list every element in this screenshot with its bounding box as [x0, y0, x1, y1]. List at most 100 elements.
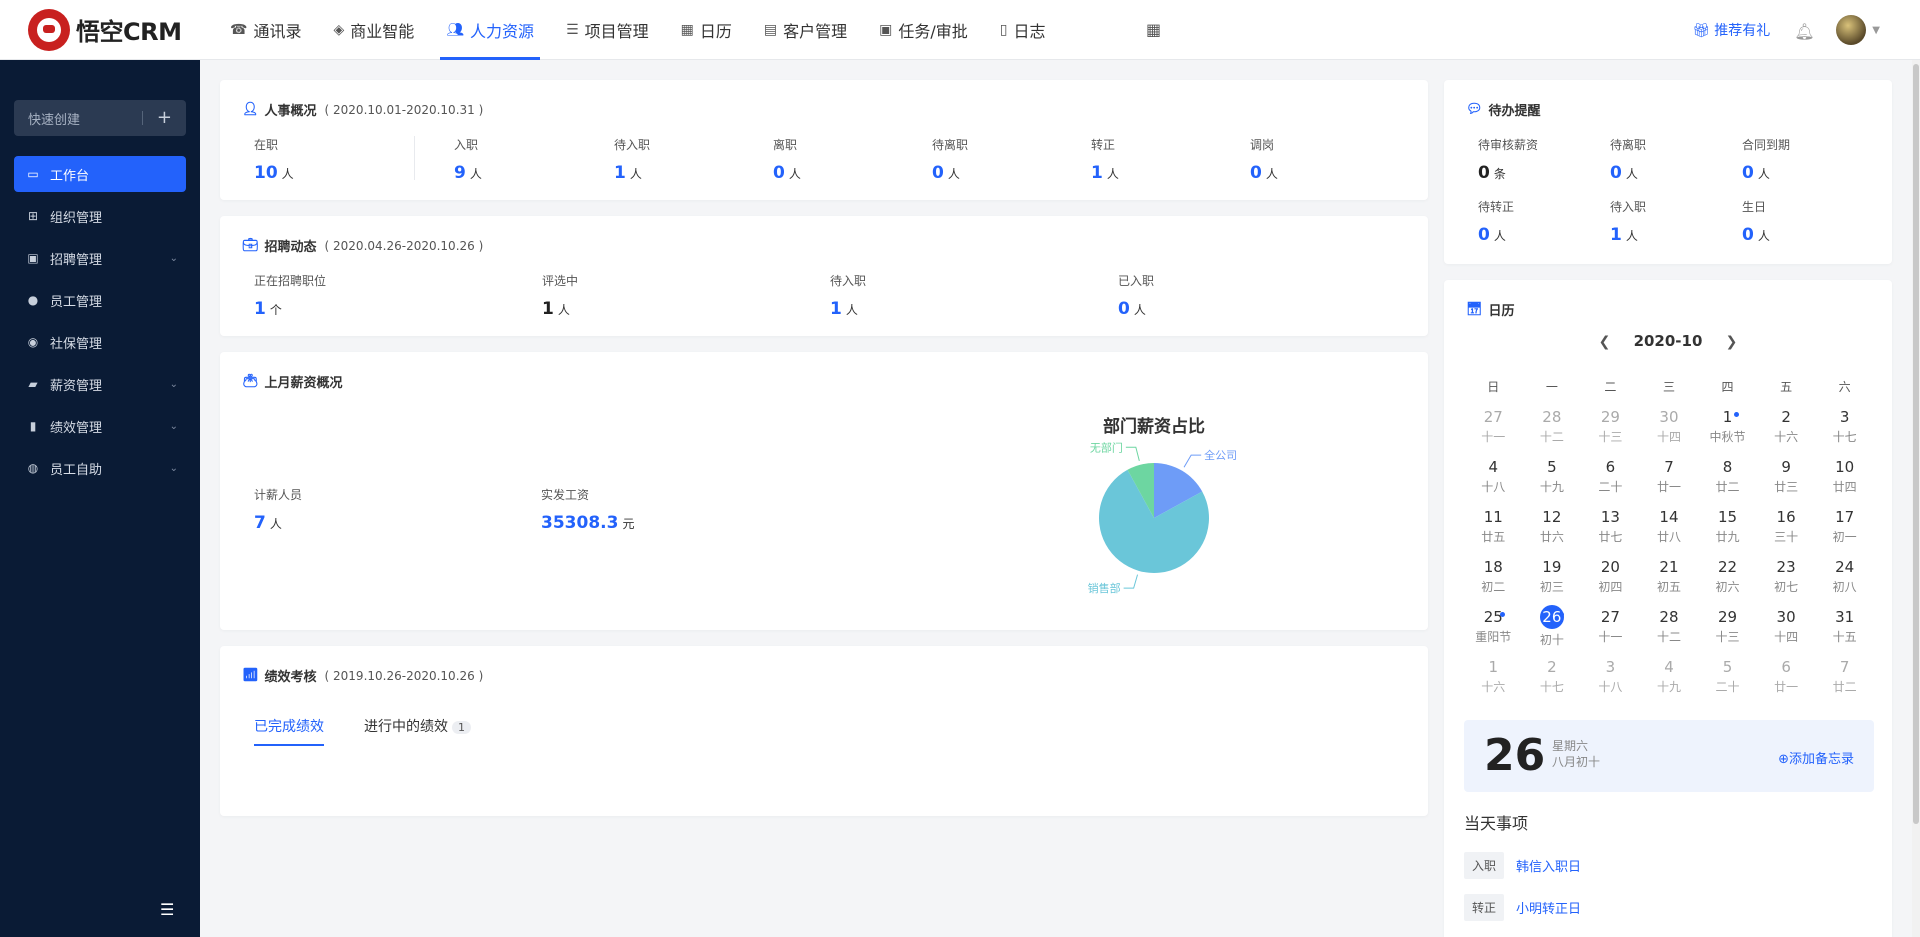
stat-item[interactable]: 实发工资 35308.3 元 — [541, 486, 634, 533]
today-event[interactable]: 转正 小明转正日 — [1464, 894, 1581, 921]
calendar-day[interactable]: 5 十九 — [1523, 458, 1582, 508]
calendar-day[interactable]: 7 廿一 — [1640, 458, 1699, 508]
chevron-left-icon[interactable]: ❮ — [1599, 334, 1611, 350]
tab-performance-0[interactable]: 已完成绩效 — [254, 716, 324, 746]
calendar-day[interactable]: 5 二十 — [1698, 658, 1757, 708]
calendar-day[interactable]: 27 十一 — [1581, 608, 1640, 658]
event-name[interactable]: 韩信入职日 — [1516, 856, 1581, 875]
calendar-day[interactable]: 20 初四 — [1581, 558, 1640, 608]
calendar-day[interactable]: 17 初一 — [1815, 508, 1874, 558]
calendar-day[interactable]: 21 初五 — [1640, 558, 1699, 608]
sidebar-item-1[interactable]: ⊞ 组织管理 — [14, 198, 186, 234]
nav-item-4[interactable]: ▦ 日历 — [665, 0, 748, 60]
calendar-day[interactable]: 4 十九 — [1640, 658, 1699, 708]
stat-item[interactable]: 待入职 1 人 — [1610, 198, 1646, 245]
sidebar-item-3[interactable]: ● 员工管理 — [14, 282, 186, 318]
stat-item[interactable]: 入职 9 人 — [454, 136, 482, 183]
chevron-down-icon[interactable]: ▼ — [1872, 25, 1880, 36]
today-event[interactable]: 入职 韩信入职日 — [1464, 852, 1581, 879]
scrollbar-thumb[interactable] — [1913, 64, 1919, 824]
calendar-day[interactable]: 24 初八 — [1815, 558, 1874, 608]
calendar-day[interactable]: 31 十五 — [1815, 608, 1874, 658]
calendar-day[interactable]: 11 廿五 — [1464, 508, 1523, 558]
stat-item[interactable]: 待离职 0 人 — [932, 136, 968, 183]
sidebar-item-5[interactable]: ▰ 薪资管理 ⌄ — [14, 366, 186, 402]
weekday-cell: 二 — [1581, 378, 1640, 408]
calendar-day[interactable]: 25 重阳节 — [1464, 608, 1523, 658]
calendar-day[interactable]: 15 廿九 — [1698, 508, 1757, 558]
stat-item[interactable]: 待入职 1 人 — [830, 272, 866, 319]
stat-item[interactable]: 合同到期 0 人 — [1742, 136, 1790, 183]
stat-item[interactable]: 在职 10 人 — [254, 136, 294, 183]
stat-item[interactable]: 评选中 1 人 — [542, 272, 578, 319]
nav-item-7[interactable]: ▯ 日志 — [984, 0, 1062, 60]
calendar-day[interactable]: 19 初三 — [1523, 558, 1582, 608]
calendar-day[interactable]: 13 廿七 — [1581, 508, 1640, 558]
chevron-right-icon[interactable]: ❯ — [1726, 334, 1738, 350]
calendar-day[interactable]: 10 廿四 — [1815, 458, 1874, 508]
stat-item[interactable]: 正在招聘职位 1 个 — [254, 272, 326, 319]
stat-item[interactable]: 调岗 0 人 — [1250, 136, 1278, 183]
calendar-day[interactable]: 16 三十 — [1757, 508, 1816, 558]
nav-item-0[interactable]: ☎ 通讯录 — [214, 0, 317, 60]
sidebar-item-6[interactable]: ▮ 绩效管理 ⌄ — [14, 408, 186, 444]
nav-item-6[interactable]: ▣ 任务/审批 — [863, 0, 984, 60]
calendar-day[interactable]: 2 十六 — [1757, 408, 1816, 458]
calendar-day[interactable]: 29 十三 — [1581, 408, 1640, 458]
sidebar-item-7[interactable]: ◍ 员工自助 ⌄ — [14, 450, 186, 486]
add-memo-button[interactable]: ⊕添加备忘录 — [1778, 748, 1854, 767]
calendar-day[interactable]: 23 初七 — [1757, 558, 1816, 608]
calendar-day[interactable]: 14 廿八 — [1640, 508, 1699, 558]
sidebar-item-0[interactable]: ▭ 工作台 — [14, 156, 186, 192]
stat-item[interactable]: 待转正 0 人 — [1478, 198, 1514, 245]
avatar[interactable] — [1836, 15, 1867, 45]
nav-item-2[interactable]: 👥︎ 人力资源 — [430, 0, 550, 60]
apps-grid-icon[interactable]: ▦ — [1130, 0, 1177, 60]
calendar-day[interactable]: 1 十六 — [1464, 658, 1523, 708]
calendar-day[interactable]: 12 廿六 — [1523, 508, 1582, 558]
collapse-menu-icon[interactable]: ☰ — [160, 900, 174, 919]
calendar-day[interactable]: 22 初六 — [1698, 558, 1757, 608]
calendar-day[interactable]: 30 十四 — [1757, 608, 1816, 658]
stat-item[interactable]: 待入职 1 人 — [614, 136, 650, 183]
calendar-day[interactable]: 28 十二 — [1640, 608, 1699, 658]
promo-link[interactable]: 🎁︎ 推荐有礼 — [1692, 20, 1770, 40]
nav-item-5[interactable]: ▤ 客户管理 — [748, 0, 863, 60]
day-number: 29 — [1600, 408, 1620, 426]
calendar-day[interactable]: 4 十八 — [1464, 458, 1523, 508]
tab-performance-1[interactable]: 进行中的绩效 1 — [364, 716, 471, 746]
nav-item-3[interactable]: ☰ 项目管理 — [550, 0, 665, 60]
calendar-day[interactable]: 2 十七 — [1523, 658, 1582, 708]
calendar-day[interactable]: 6 廿一 — [1757, 658, 1816, 708]
stat-item[interactable]: 已入职 0 人 — [1118, 272, 1154, 319]
stat-item[interactable]: 生日 0 人 — [1742, 198, 1770, 245]
calendar-day[interactable]: 1 中秋节 — [1698, 408, 1757, 458]
calendar-day[interactable]: 9 廿三 — [1757, 458, 1816, 508]
stat-item[interactable]: 离职 0 人 — [773, 136, 801, 183]
event-name[interactable]: 小明转正日 — [1516, 898, 1581, 917]
stat-item[interactable]: 计薪人员 7 人 — [254, 486, 302, 533]
calendar-day[interactable]: 29 十三 — [1698, 608, 1757, 658]
quick-create-button[interactable]: 快速创建 + — [14, 100, 186, 136]
calendar-day[interactable]: 28 十二 — [1523, 408, 1582, 458]
day-number: 15 — [1717, 508, 1738, 526]
calendar-day[interactable]: 8 廿二 — [1698, 458, 1757, 508]
calendar-day[interactable]: 18 初二 — [1464, 558, 1523, 608]
sidebar-item-4[interactable]: ◉ 社保管理 — [14, 324, 186, 360]
calendar-day[interactable]: 26 初十 — [1523, 605, 1582, 658]
calendar-day[interactable]: 6 二十 — [1581, 458, 1640, 508]
calendar-day[interactable]: 7 廿二 — [1815, 658, 1874, 708]
calendar-card: 📅︎ 日历 ❮ 2020-10 ❯ 日一二三四五六 27 十一 28 十二 29 十三 30 十… — [1444, 280, 1892, 937]
bell-icon[interactable]: 🔔︎ — [1794, 22, 1814, 41]
stat-item[interactable]: 待审核薪资 0 条 — [1478, 136, 1538, 183]
calendar-day[interactable]: 3 十七 — [1815, 408, 1874, 458]
stat-item[interactable]: 转正 1 人 — [1091, 136, 1119, 183]
stat-item[interactable]: 待离职 0 人 — [1610, 136, 1646, 183]
sidebar-item-2[interactable]: ▣ 招聘管理 ⌄ — [14, 240, 186, 276]
calendar-day[interactable]: 27 十一 — [1464, 408, 1523, 458]
brand-logo[interactable]: 悟空CRM — [0, 8, 200, 51]
day-number: 12 — [1542, 508, 1562, 526]
calendar-day[interactable]: 30 十四 — [1640, 408, 1699, 458]
calendar-day[interactable]: 3 十八 — [1581, 658, 1640, 708]
nav-item-1[interactable]: ◈ 商业智能 — [317, 0, 430, 60]
